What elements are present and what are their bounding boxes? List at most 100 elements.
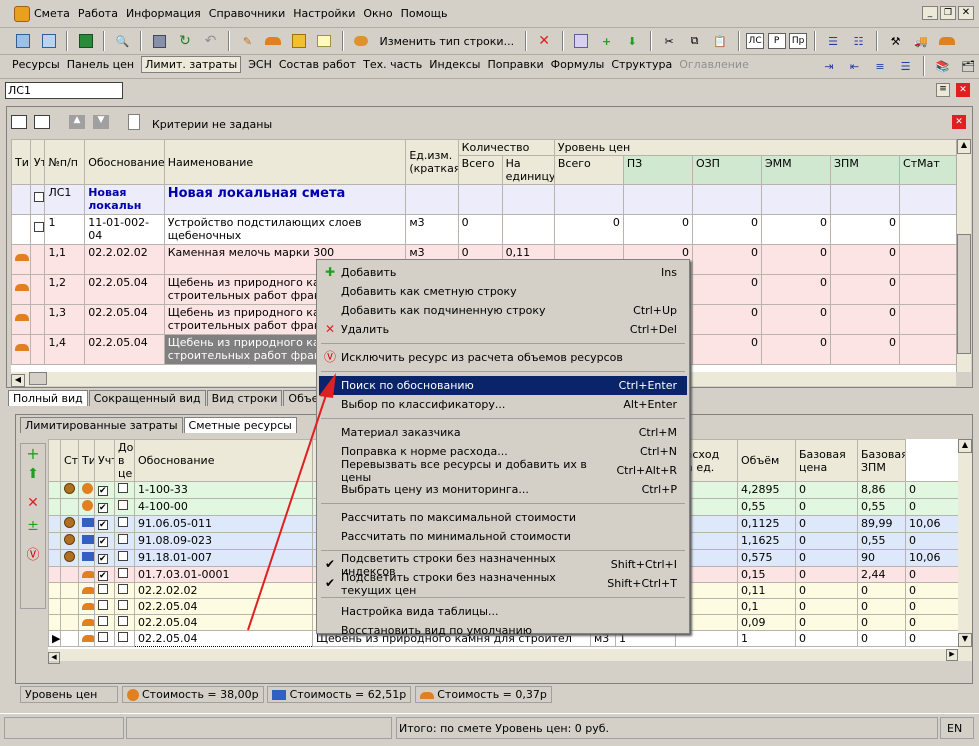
account-checkbox[interactable] — [94, 614, 115, 631]
collapse-tree-icon[interactable] — [34, 115, 50, 129]
refresh-icon[interactable]: ↻ — [174, 30, 196, 52]
add-to-price-checkbox[interactable] — [114, 614, 135, 631]
material-icon[interactable] — [936, 30, 958, 52]
res-tab-0[interactable]: Лимитированные затраты — [20, 417, 183, 433]
res-col-add[interactable]: Доб в це — [114, 439, 135, 482]
filter-doc-icon[interactable] — [128, 114, 140, 130]
view-tab-7[interactable]: Поправки — [487, 58, 543, 71]
align-icon[interactable]: ≡ — [869, 55, 891, 77]
list-icon[interactable]: ☰ — [895, 55, 917, 77]
paste-icon[interactable]: 📋 — [709, 30, 731, 52]
comment-icon[interactable] — [313, 30, 335, 52]
col-ozp[interactable]: ОЗП — [691, 155, 762, 185]
context-menu-item[interactable]: Перевызвать все ресурсы и добавить их в … — [319, 458, 687, 484]
close-icon[interactable]: ✕ — [958, 6, 974, 20]
table-row[interactable]: ЛС1 Новая локальн Новая локальная смета — [11, 184, 956, 215]
context-menu-item[interactable]: ✔ Подсветить строки без назначенных текущ… — [319, 571, 687, 597]
context-menu-item[interactable]: Выбрать цену из мониторинга... Ctrl+P — [319, 480, 687, 499]
outdent-icon[interactable]: ⇤ — [844, 55, 866, 77]
add-to-price-checkbox[interactable] — [114, 566, 135, 583]
menu-6[interactable]: Помощь — [401, 7, 448, 20]
res-basis[interactable]: 91.06.05-011 — [134, 515, 313, 533]
path-input[interactable] — [5, 82, 123, 99]
context-menu-item[interactable]: Настройка вида таблицы... — [319, 602, 687, 621]
context-menu-item[interactable]: Добавить как подчиненную строку Ctrl+Up — [319, 301, 687, 320]
add-to-price-checkbox[interactable] — [114, 630, 135, 647]
context-menu-item[interactable]: ✚ Добавить Ins — [319, 263, 687, 282]
col-qty[interactable]: Количество — [457, 139, 555, 156]
save-icon[interactable] — [149, 30, 171, 52]
minimize-icon[interactable]: _ — [922, 6, 938, 20]
res-col-base[interactable]: Базовая цена — [795, 439, 858, 482]
view-tab-2[interactable]: Лимит. затраты — [141, 56, 242, 73]
res-col-ut[interactable]: Учт — [94, 439, 115, 482]
col-npp[interactable]: №п/п — [44, 139, 86, 185]
change-type-icon[interactable] — [350, 30, 372, 52]
account-checkbox[interactable]: ✔ — [94, 532, 115, 550]
res-basis[interactable]: 02.2.05.04 — [134, 614, 313, 631]
col-qty_unit[interactable]: На единицу — [501, 155, 555, 185]
col-pz[interactable]: ПЗ — [622, 155, 693, 185]
context-menu-item[interactable]: Добавить как сметную строку — [319, 282, 687, 301]
table-row[interactable]: 1 11-01-002-04 Устройство подстилающих сло… — [11, 214, 956, 245]
col-osn[interactable]: Обоснование — [84, 139, 165, 185]
wand-icon[interactable]: ✎ — [237, 30, 259, 52]
hammer-icon[interactable]: ⚒ — [885, 30, 907, 52]
account-checkbox[interactable]: ✔ — [94, 498, 115, 516]
context-menu-item[interactable]: Рассчитать по максимальной стоимости — [319, 508, 687, 527]
res-basis[interactable]: 02.2.02.02 — [134, 582, 313, 599]
recalc-icon[interactable]: ☰ — [822, 30, 844, 52]
res-col-st[interactable]: Ста — [60, 439, 79, 482]
menu-3[interactable]: Справочники — [209, 7, 285, 20]
change-type-button[interactable]: Изменить тип строки... — [380, 35, 515, 48]
res-basis[interactable]: 02.2.05.04 — [134, 598, 313, 615]
exclude-icon[interactable]: Ⓥ — [21, 544, 45, 566]
restore-icon[interactable]: ❐ — [940, 6, 956, 20]
collapse-icon[interactable]: ≡ — [936, 83, 950, 97]
col-ti[interactable]: Ти — [11, 139, 31, 185]
col-qty_all[interactable]: Всего — [457, 155, 503, 185]
account-checkbox[interactable]: ✔ — [94, 549, 115, 567]
r-icon[interactable]: Р — [767, 33, 786, 49]
row-checkbox[interactable] — [29, 214, 46, 245]
down-arrow-icon[interactable]: ⬇ — [621, 30, 643, 52]
menu-0[interactable]: Смета — [34, 7, 70, 20]
close-panel-icon[interactable]: ✕ — [956, 83, 970, 97]
account-checkbox[interactable] — [94, 598, 115, 615]
bottom-view-tab-0[interactable]: Полный вид — [8, 390, 88, 406]
copy-icon[interactable]: ⧉ — [684, 30, 706, 52]
res-basis[interactable]: 91.18.01-007 — [134, 549, 313, 567]
tree-icon[interactable] — [12, 30, 34, 52]
undo-icon[interactable]: ↶ — [200, 30, 222, 52]
lc-icon[interactable]: ЛС — [746, 33, 765, 49]
res-horizontal-scrollbar[interactable]: ◀ ▶ — [48, 649, 958, 664]
add-to-price-checkbox[interactable] — [114, 515, 135, 533]
plus-grid-icon[interactable]: + — [596, 30, 618, 52]
res-col-bzpm[interactable]: Базовая ЗПМ — [857, 439, 906, 482]
account-checkbox[interactable]: ✔ — [94, 515, 115, 533]
excel-icon[interactable] — [75, 30, 97, 52]
res-basis[interactable]: 1-100-33 — [134, 481, 313, 499]
account-checkbox[interactable]: ✔ — [94, 566, 115, 583]
row-checkbox[interactable] — [29, 334, 46, 365]
res-basis[interactable]: 4-100-00 — [134, 498, 313, 516]
search-icon[interactable]: 🔍 — [112, 30, 134, 52]
view-tab-0[interactable]: Ресурсы — [12, 58, 60, 71]
row-checkbox[interactable] — [29, 244, 46, 275]
context-menu-item[interactable]: Поиск по обоснованию Ctrl+Enter — [319, 376, 687, 395]
col-price[interactable]: Уровень цен — [553, 139, 956, 156]
view-tab-9[interactable]: Структура — [611, 58, 672, 71]
col-zpm[interactable]: ЗПМ — [829, 155, 901, 185]
col-unit[interactable]: Ед.изм. (краткая — [405, 139, 459, 185]
add-to-price-checkbox[interactable] — [114, 532, 135, 550]
structure-icon[interactable] — [288, 30, 310, 52]
insert-down-icon[interactable]: ± — [21, 518, 45, 544]
menu-2[interactable]: Информация — [126, 7, 201, 20]
context-menu-item[interactable]: ✕ Удалить Ctrl+Del — [319, 320, 687, 339]
context-menu-item[interactable]: Выбор по классификатору... Alt+Enter — [319, 395, 687, 414]
res-tab-1[interactable]: Сметные ресурсы — [183, 417, 297, 433]
col-p_all[interactable]: Всего — [553, 155, 624, 185]
truck-icon[interactable]: 🚚 — [910, 30, 932, 52]
view-tab-3[interactable]: ЭСН — [248, 58, 272, 71]
menu-5[interactable]: Окно — [363, 7, 392, 20]
